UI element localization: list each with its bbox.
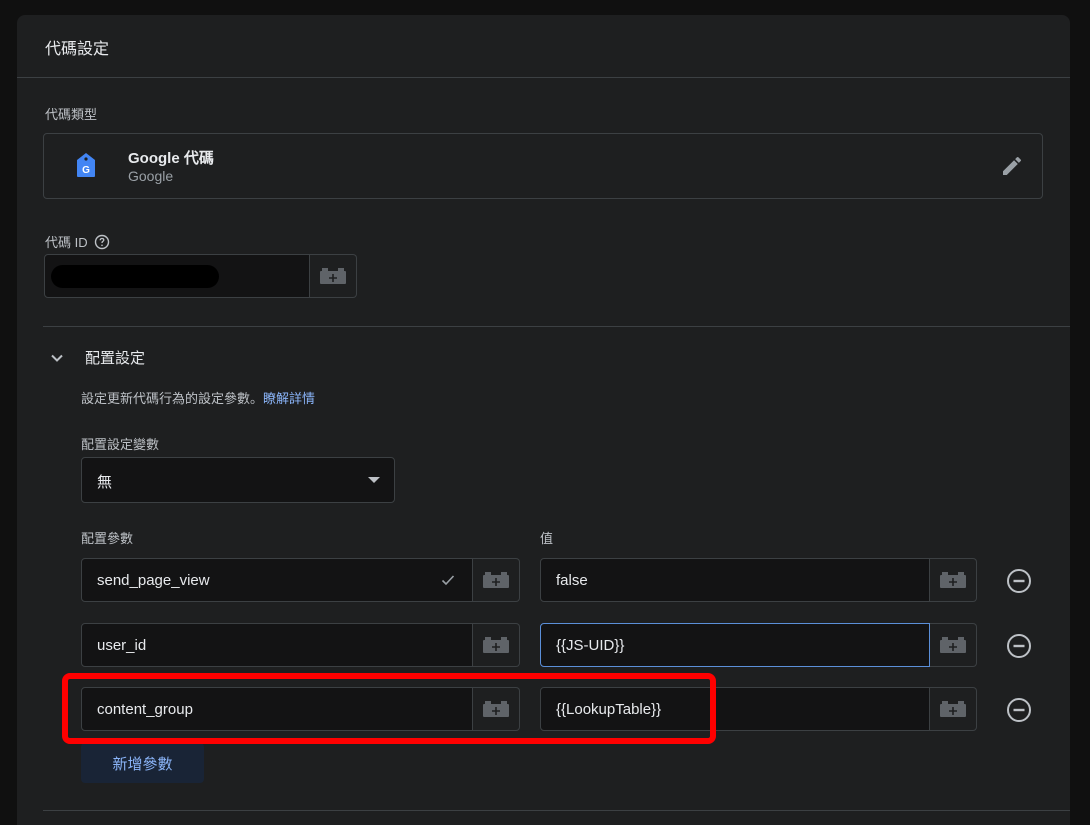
tag-id-label: 代碼 ID xyxy=(45,235,88,250)
config-description: 設定更新代碼行為的設定參數。瞭解詳情 xyxy=(81,388,315,407)
param-value-text: {{LookupTable}} xyxy=(556,701,662,718)
tag-type-name: Google 代碼 xyxy=(128,150,214,167)
param-name-variable-button[interactable] xyxy=(473,623,520,667)
tag-id-input[interactable] xyxy=(44,254,310,298)
param-name-text: send_page_view xyxy=(97,572,210,589)
tag-type-card[interactable]: G Google 代碼 Google xyxy=(43,133,1043,199)
add-variable-icon xyxy=(320,268,346,284)
remove-row-icon[interactable] xyxy=(1006,697,1032,723)
panel-title: 代碼設定 xyxy=(45,41,110,58)
remove-row-icon[interactable] xyxy=(1006,568,1032,594)
chevron-down-icon xyxy=(51,354,63,362)
svg-text:G: G xyxy=(82,165,90,176)
title-divider xyxy=(17,77,1070,78)
add-variable-icon xyxy=(483,701,509,717)
tag-type-label: 代碼類型 xyxy=(45,107,98,122)
param-value-variable-button[interactable] xyxy=(930,558,977,602)
dropdown-arrow-icon xyxy=(368,477,380,483)
redacted-tag-id xyxy=(51,265,219,288)
param-name-text: user_id xyxy=(97,637,147,654)
config-section-toggle[interactable]: 配置設定 xyxy=(49,347,145,368)
add-parameter-button[interactable]: 新增參數 xyxy=(81,743,204,783)
param-name-variable-button[interactable] xyxy=(473,687,520,731)
config-variable-value: 無 xyxy=(97,474,113,491)
param-value-input[interactable]: false xyxy=(540,558,930,602)
param-value-text: false xyxy=(556,572,588,589)
bottom-divider xyxy=(43,810,1070,811)
remove-row-icon[interactable] xyxy=(1006,633,1032,659)
tag-id-variable-button[interactable] xyxy=(310,254,357,298)
add-variable-icon xyxy=(483,572,509,588)
tag-settings-panel: 代碼設定 代碼類型 G Google 代碼 Google 代碼 ID 配置設定 … xyxy=(17,15,1070,825)
add-variable-icon xyxy=(940,637,966,653)
config-variable-label: 配置設定變數 xyxy=(81,437,160,452)
param-name-input[interactable]: content_group xyxy=(81,687,473,731)
section-divider xyxy=(43,326,1070,327)
param-name-input[interactable]: user_id xyxy=(81,623,473,667)
param-value-input[interactable]: {{JS-UID}} xyxy=(540,623,930,667)
param-value-variable-button[interactable] xyxy=(930,623,977,667)
learn-more-link[interactable]: 瞭解詳情 xyxy=(263,391,315,406)
config-section-title: 配置設定 xyxy=(85,350,146,367)
param-value-text: {{JS-UID}} xyxy=(556,637,625,654)
add-variable-icon xyxy=(483,637,509,653)
param-value-variable-button[interactable] xyxy=(930,687,977,731)
add-variable-icon xyxy=(940,701,966,717)
add-variable-icon xyxy=(940,572,966,588)
tag-type-vendor: Google xyxy=(128,168,174,184)
param-column-header: 配置參數 xyxy=(81,531,134,546)
param-name-variable-button[interactable] xyxy=(473,558,520,602)
value-column-header: 值 xyxy=(540,531,554,546)
config-description-text: 設定更新代碼行為的設定參數。 xyxy=(81,391,264,406)
google-tag-icon: G xyxy=(77,153,95,177)
config-variable-select[interactable]: 無 xyxy=(81,457,395,503)
param-name-text: content_group xyxy=(97,701,193,718)
pencil-icon[interactable] xyxy=(1000,154,1024,178)
check-icon xyxy=(441,575,455,586)
tag-id-label-row: 代碼 ID xyxy=(45,232,110,251)
param-value-input[interactable]: {{LookupTable}} xyxy=(540,687,930,731)
help-icon[interactable] xyxy=(94,234,110,250)
param-name-input[interactable]: send_page_view xyxy=(81,558,473,602)
